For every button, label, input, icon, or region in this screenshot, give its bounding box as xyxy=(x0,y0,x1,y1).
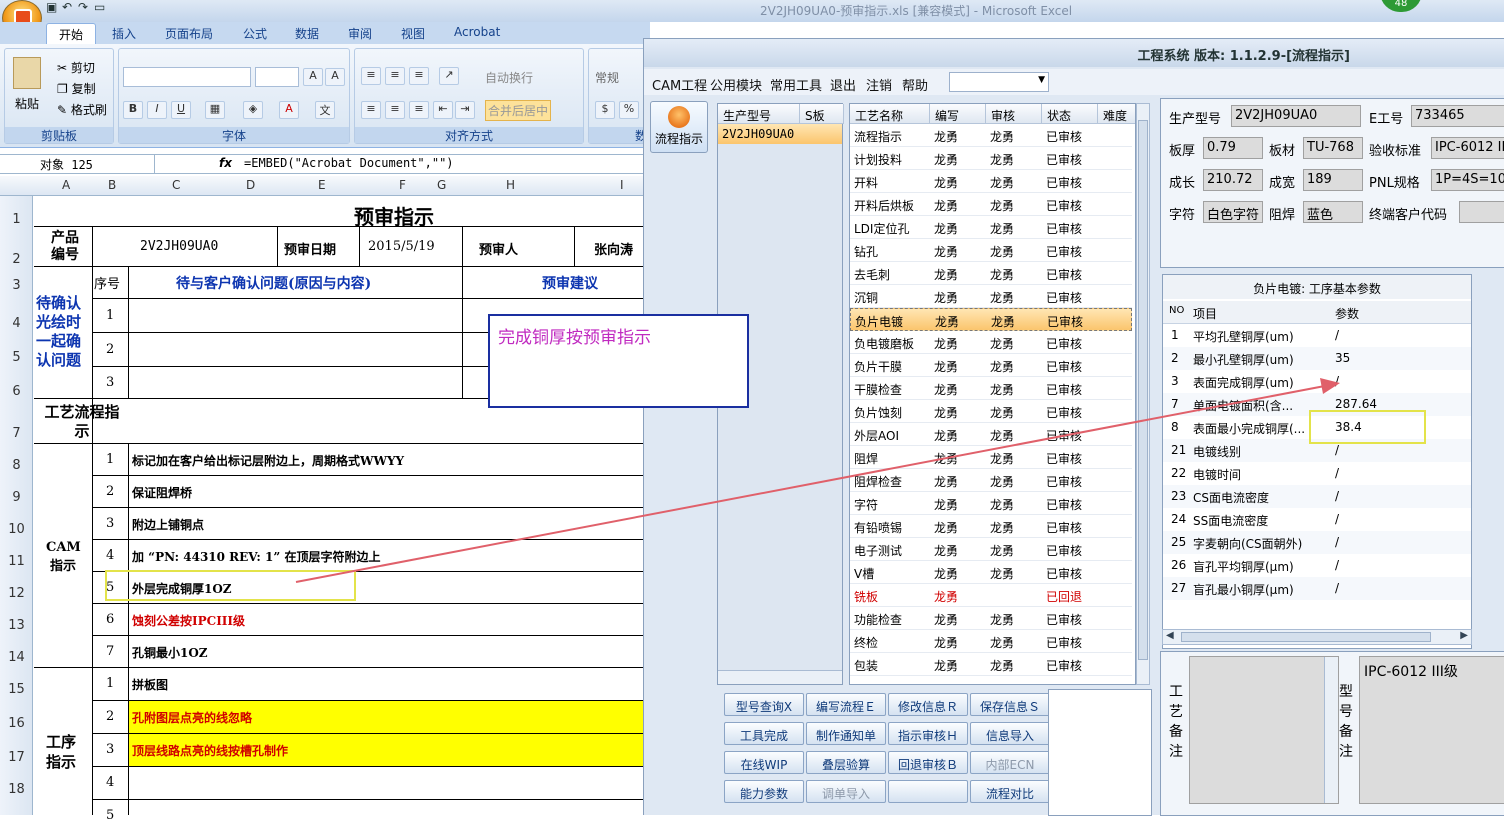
arrow-head xyxy=(1320,378,1340,394)
arrow-line xyxy=(295,384,1331,583)
arrow-overlay xyxy=(295,378,1340,583)
